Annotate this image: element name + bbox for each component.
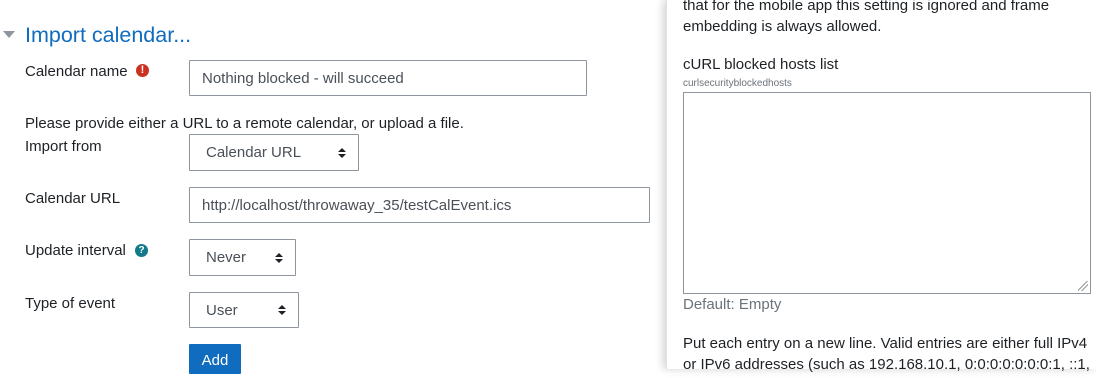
intro-text-line1: that for the mobile app this setting is … xyxy=(683,0,1050,14)
calendar-url-input[interactable]: http://localhost/throwaway_35/testCalEve… xyxy=(189,187,650,223)
instructions-text: Please provide either a URL to a remote … xyxy=(25,115,464,132)
required-error-icon: ! xyxy=(136,64,149,77)
select-arrows-icon xyxy=(275,252,283,263)
import-from-label: Import from xyxy=(25,138,102,155)
chevron-down-icon[interactable] xyxy=(3,31,15,38)
description-line2: or IPv6 addresses (such as 192.168.10.1,… xyxy=(683,356,1090,373)
update-interval-label: Update interval xyxy=(25,242,126,259)
type-of-event-value: User xyxy=(206,301,238,319)
type-of-event-label: Type of event xyxy=(25,295,116,312)
resize-grip-icon[interactable] xyxy=(1078,281,1088,291)
calendar-name-input[interactable]: Nothing blocked - will succeed xyxy=(189,60,587,96)
import-from-select[interactable]: Calendar URL xyxy=(189,134,359,171)
section-title[interactable]: Import calendar... xyxy=(25,23,191,48)
curl-blocked-hosts-key: curlsecurityblockedhosts xyxy=(683,78,792,89)
type-of-event-select[interactable]: User xyxy=(189,292,299,328)
curl-blocked-hosts-textarea[interactable] xyxy=(683,92,1091,294)
import-calendar-form: Import calendar... Calendar name ! Nothi… xyxy=(0,0,666,374)
import-from-value: Calendar URL xyxy=(206,144,302,161)
calendar-url-value: http://localhost/throwaway_35/testCalEve… xyxy=(202,196,512,214)
help-icon[interactable]: ? xyxy=(135,244,148,257)
curl-blocked-hosts-title: cURL blocked hosts list xyxy=(683,56,839,73)
calendar-url-label: Calendar URL xyxy=(25,190,121,207)
default-value-text: Default: Empty xyxy=(683,296,782,313)
calendar-name-label: Calendar name xyxy=(25,63,128,80)
intro-text-line2: embedding is always allowed. xyxy=(683,18,882,35)
description-line1: Put each entry on a new line. Valid entr… xyxy=(683,335,1088,352)
calendar-name-value: Nothing blocked - will succeed xyxy=(202,69,404,87)
update-interval-value: Never xyxy=(206,249,247,266)
update-interval-select[interactable]: Never xyxy=(189,239,296,276)
select-arrows-icon xyxy=(278,305,286,315)
select-arrows-icon xyxy=(338,147,346,158)
add-button[interactable]: Add xyxy=(189,344,241,374)
